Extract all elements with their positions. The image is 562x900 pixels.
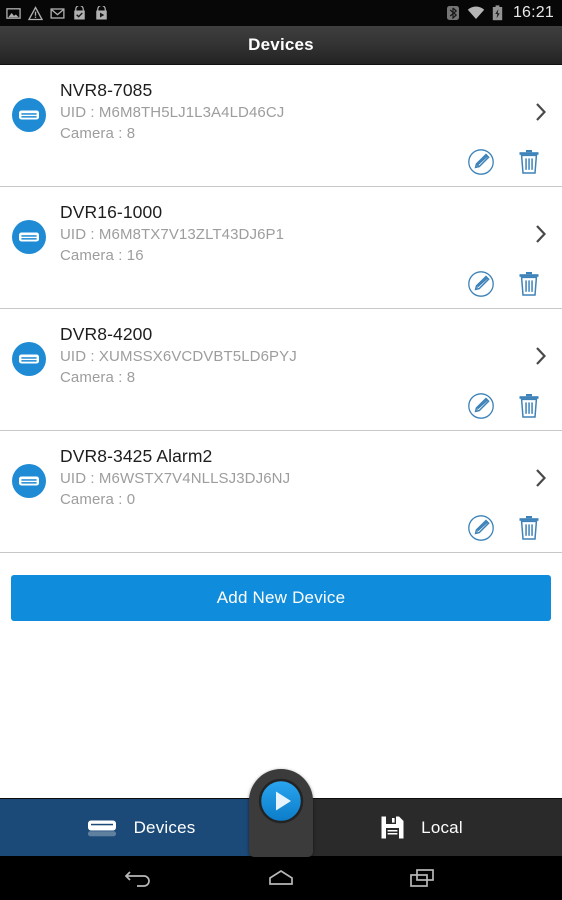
chevron-right-icon: [536, 102, 547, 121]
trash-can-icon: [519, 394, 539, 418]
trash-can-icon: [519, 516, 539, 540]
battery-charging-icon: [492, 5, 503, 21]
nvr-device-icon: [12, 464, 46, 498]
play-store-icon: [96, 5, 107, 19]
nav-back-button[interactable]: [117, 861, 163, 895]
device-camera-count: Camera : 8: [60, 369, 136, 386]
edit-pencil-circle-icon: [468, 271, 494, 297]
nav-home-button[interactable]: [258, 861, 304, 895]
back-arrow-icon: [125, 871, 151, 887]
device-list-item[interactable]: NVR8-7085 UID : M6M8TH5LJ1L3A4LD46CJ Cam…: [0, 65, 562, 187]
trash-can-icon: [519, 272, 539, 296]
delete-device-button[interactable]: [512, 145, 546, 179]
device-avatar: [0, 78, 58, 132]
nav-recents-button[interactable]: [399, 861, 445, 895]
status-bar-clock: 16:21: [512, 4, 554, 21]
android-navigation-bar: [0, 856, 562, 900]
device-list-item[interactable]: DVR8-3425 Alarm2 UID : M6WSTX7V4NLLSJ3DJ…: [0, 431, 562, 553]
app-install-icon: [74, 5, 85, 19]
live-play-button[interactable]: [249, 769, 313, 857]
nvr-device-icon: [12, 98, 46, 132]
android-status-bar: 16:21: [0, 0, 562, 26]
device-uid: UID : M6WSTX7V4NLLSJ3DJ6NJ: [60, 470, 291, 487]
home-icon: [269, 869, 293, 885]
device-name: DVR8-4200: [60, 324, 153, 344]
add-device-section: Add New Device: [0, 553, 562, 621]
device-name: DVR16-1000: [60, 202, 163, 222]
gmail-icon: [50, 7, 65, 19]
chevron-right-icon: [536, 224, 547, 243]
chevron-right-icon: [536, 468, 547, 487]
status-bar-notification-icons: [6, 5, 109, 21]
edit-pencil-circle-icon: [468, 149, 494, 175]
recents-icon: [409, 869, 434, 887]
delete-device-button[interactable]: [512, 267, 546, 301]
tab-devices-label: Devices: [133, 817, 196, 837]
device-list-item[interactable]: DVR16-1000 UID : M6M8TX7V13ZLT43DJ6P1 Ca…: [0, 187, 562, 309]
app-window: 16:21 Devices NVR8-7085 UID : M6M8TH5LJ1…: [0, 0, 562, 900]
add-new-device-button[interactable]: Add New Device: [11, 575, 551, 621]
device-camera-count: Camera : 16: [60, 247, 144, 264]
device-avatar: [0, 444, 58, 498]
edit-device-button[interactable]: [464, 267, 498, 301]
edit-pencil-circle-icon: [468, 393, 494, 419]
chevron-right-icon: [536, 346, 547, 365]
edit-device-button[interactable]: [464, 145, 498, 179]
play-circle-icon: [258, 778, 304, 824]
device-list-panel: NVR8-7085 UID : M6M8TH5LJ1L3A4LD46CJ Cam…: [0, 65, 562, 798]
status-bar-system-icons: 16:21: [446, 4, 554, 22]
device-uid: UID : XUMSSX6VCDVBT5LD6PYJ: [60, 348, 297, 365]
bluetooth-icon: [446, 6, 459, 20]
device-detail-chevron[interactable]: [520, 101, 562, 123]
device-name: DVR8-3425 Alarm2: [60, 446, 213, 466]
tab-local[interactable]: Local: [281, 799, 562, 856]
device-uid: UID : M6M8TX7V13ZLT43DJ6P1: [60, 226, 285, 243]
delete-device-button[interactable]: [512, 389, 546, 423]
device-avatar: [0, 200, 58, 254]
trash-can-icon: [519, 150, 539, 174]
device-avatar: [0, 322, 58, 376]
device-camera-count: Camera : 0: [60, 491, 136, 508]
tab-devices[interactable]: Devices: [0, 799, 281, 856]
device-detail-chevron[interactable]: [520, 345, 562, 367]
warning-icon: [28, 5, 43, 20]
edit-pencil-circle-icon: [468, 515, 494, 541]
edit-device-button[interactable]: [464, 389, 498, 423]
device-list-item[interactable]: DVR8-4200 UID : XUMSSX6VCDVBT5LD6PYJ Cam…: [0, 309, 562, 431]
tab-local-label: Local: [421, 817, 463, 837]
nvr-device-icon: [12, 220, 46, 254]
image-icon: [6, 7, 21, 19]
save-floppy-icon: [381, 816, 404, 839]
app-title-bar: Devices: [0, 26, 562, 65]
devices-tab-icon: [87, 820, 116, 836]
device-detail-chevron[interactable]: [520, 223, 562, 245]
device-detail-chevron[interactable]: [520, 467, 562, 489]
nvr-device-icon: [12, 342, 46, 376]
delete-device-button[interactable]: [512, 511, 546, 545]
page-title: Devices: [248, 35, 314, 54]
device-camera-count: Camera : 8: [60, 125, 136, 142]
device-name: NVR8-7085: [60, 80, 153, 100]
wifi-icon: [467, 6, 485, 19]
edit-device-button[interactable]: [464, 511, 498, 545]
bottom-tab-bar: Devices Local: [0, 769, 562, 857]
device-uid: UID : M6M8TH5LJ1L3A4LD46CJ: [60, 104, 285, 121]
